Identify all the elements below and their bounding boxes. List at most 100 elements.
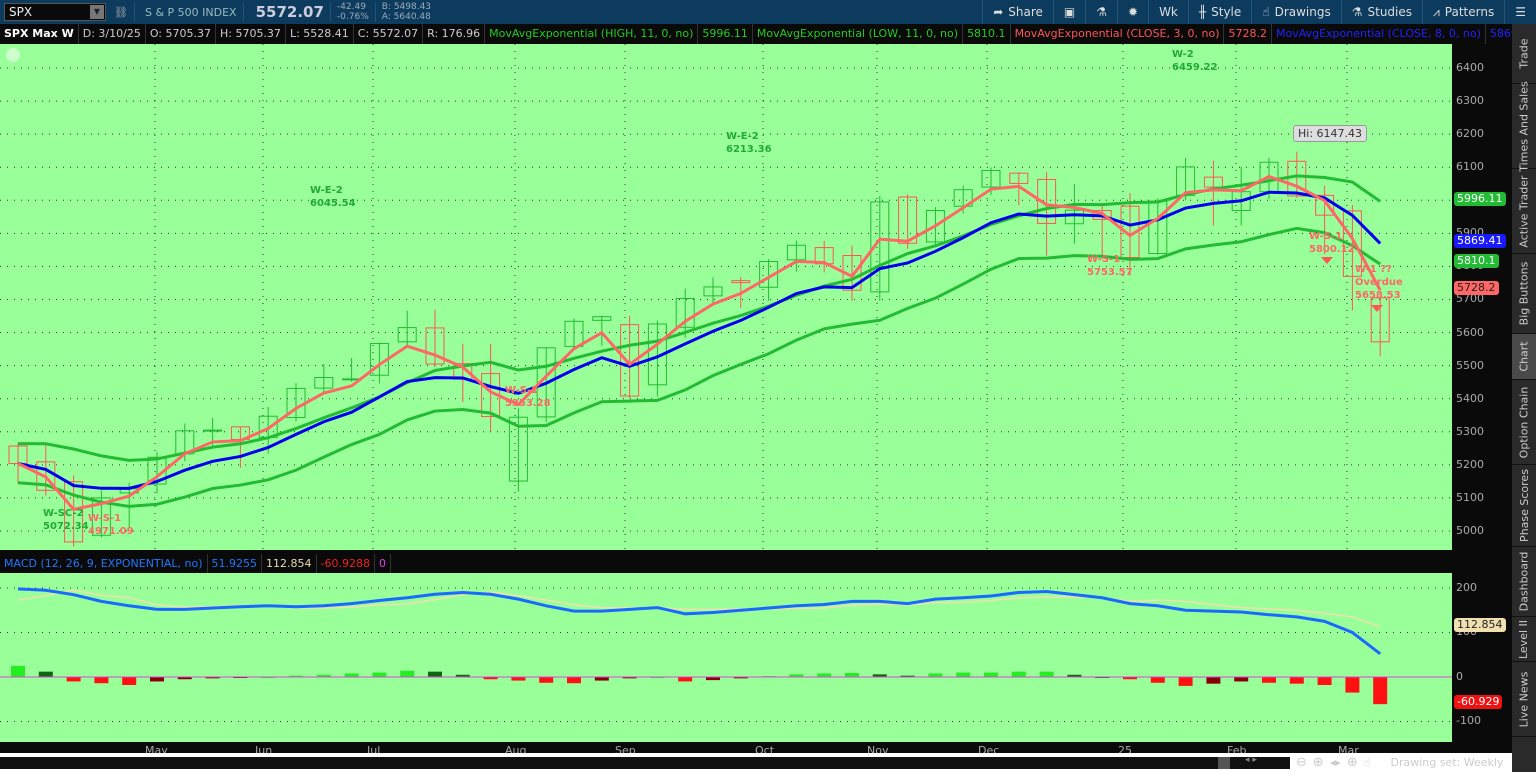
macd-axis[interactable]: 200 100 0 -100 112.854 -60.929 [1452,573,1512,742]
annotation-line: 5353.28 [505,398,551,409]
price-tick: 6100 [1456,160,1484,174]
study-value: 5996.11 [698,24,753,44]
zoom-out-icon[interactable]: ⊖ [1296,755,1307,770]
studies-label: Studies [1367,5,1413,19]
symbol-selector[interactable]: SPX ▼ [4,3,106,21]
price-tag-ema-high: 5996.11 [1454,192,1506,206]
share-button[interactable]: ➦ Share [982,0,1053,24]
annotation-line: W-S-1 [1087,254,1121,265]
sidebar-tab-level-ii[interactable]: Level II [1512,617,1536,662]
macd-tick: 200 [1456,581,1477,594]
patterns-label: Patterns [1444,5,1495,19]
annotation-line: W-E-2 [310,185,343,196]
price-plot [0,44,1452,550]
annotation: W-1 ?? Overdue 5658.53 [1355,263,1403,302]
macd-histogram-bar [400,670,415,677]
macd-histogram-bar [11,665,25,677]
sidebar-tab-live-news[interactable]: Live News [1512,662,1536,737]
study-value: 5810.1 [963,24,1011,44]
study-label[interactable]: MovAvgExponential (LOW, 11, 0, no) [753,24,964,44]
price-tick: 6200 [1456,127,1484,141]
macd-histogram-bar [1289,677,1304,684]
macd-histogram-bar [1373,677,1388,705]
drawings-button[interactable]: ☝ Drawings [1251,0,1340,24]
sidebar-tab-chart[interactable]: Chart [1512,334,1536,380]
symbol-value: SPX [9,5,33,19]
macd-histogram-bar [372,672,387,677]
sidebar-tab-big-buttons[interactable]: Big Buttons [1512,254,1536,334]
sidebar-tab-label: Times And Sales [1517,80,1531,172]
sidebar-tab-option-chain[interactable]: Option Chain [1512,380,1536,465]
macd-study-label[interactable]: MACD (12, 26, 9, EXPONENTIAL, no) [0,554,208,573]
annotation-line: Overdue [1355,277,1403,288]
flask-icon: ⚗ [1096,5,1107,19]
bar-date: D: 3/10/25 [79,24,146,44]
hand-icon[interactable]: ☝ [1364,756,1371,769]
sidebar-tab-active-trader[interactable]: Active Trader [1512,169,1536,254]
scroll-thumb[interactable] [1218,756,1230,769]
ema-close-8-line [17,190,1382,490]
macd-zero: 0 [375,554,391,573]
settings-button[interactable]: ✹ [1117,0,1148,24]
bar-high: H: 5705.37 [216,24,286,44]
timeframe-button[interactable]: Wk [1148,0,1188,24]
macd-tick: -100 [1456,714,1481,727]
annotation-line: 6045.54 [310,198,356,209]
annotation-line: W-S-1 [1309,231,1343,242]
high-callout: Hi: 6147.43 [1293,125,1368,142]
crosshair-icon[interactable]: ⊕ [1347,755,1358,770]
annotation-line: 5072.34 [43,521,89,532]
study-label[interactable]: MovAvgExponential (CLOSE, 8, 0, no) [1272,24,1486,44]
annotation: W-E-2 6213.36 [726,130,772,156]
study-label[interactable]: MovAvgExponential (CLOSE, 3, 0, no) [1011,24,1225,44]
sidebar-tab-trade[interactable]: Trade [1512,24,1536,84]
macd-histogram-bar [594,677,609,681]
candle-icon: ╫ [1198,5,1207,19]
macd-histogram-bar [1150,677,1165,683]
price-tick: 6400 [1456,61,1484,74]
macd-histogram-bar [38,671,53,677]
scroll-arrows-icon[interactable]: ◂ ▸ [1245,755,1257,765]
macd-histogram-bar [956,672,971,677]
chart-settings-dot[interactable] [6,48,20,62]
alert-icon: ▣ [1063,5,1076,19]
horizontal-scrollbar[interactable]: ◂ ▸ [0,755,1290,769]
link-icon[interactable]: ⛓ [114,6,128,19]
chevron-down-icon[interactable]: ▼ [90,5,104,19]
menu-button[interactable]: ☰ [1504,0,1536,24]
fit-icon[interactable]: ◂▸ [1330,756,1341,769]
right-sidebar: Trade Times And Sales Active Trader Big But… [1512,24,1536,772]
macd-diff: -60.9288 [317,554,375,573]
top-toolbar: SPX ▼ ⛓ S & P 500 INDEX 5572.07 -42.49 -0.… [0,0,1536,24]
annotation: W-S-1 5800.12 [1309,230,1355,256]
style-button[interactable]: ╫ Style [1187,0,1251,24]
macd-histogram-bar [928,673,943,677]
macd-histogram-bar [344,673,359,677]
annotation: W-SC-2 5072.34 [43,507,89,533]
sidebar-tab-times-and-sales[interactable]: Times And Sales [1512,80,1536,172]
sidebar-tab-dashboard[interactable]: Dashboard [1512,547,1536,617]
macd-header: MACD (12, 26, 9, EXPONENTIAL, no) 51.925… [0,554,1452,573]
price-chart[interactable]: W-E-2 6045.54 W-E-2 6213.36 W-2 6459.22 W-S… [0,44,1452,550]
price-tick: 5100 [1456,490,1484,504]
annotation: W-2 6459.22 [1172,48,1218,74]
studies-button[interactable]: ⚗ Studies [1340,0,1422,24]
bar-low: L: 5528.41 [286,24,354,44]
drawings-label: Drawings [1274,5,1331,19]
thinkback-button[interactable]: ⚗ [1085,0,1117,24]
alert-button[interactable]: ▣ [1052,0,1085,24]
price-axis[interactable]: 6400630062006100600059005800570056005500… [1452,44,1512,550]
sidebar-tab-label: Active Trader [1517,174,1531,248]
down-arrow-icon [1371,305,1383,312]
price-tick: 5600 [1456,325,1484,339]
drawing-set-label[interactable]: Drawing set: Weekly [1390,756,1503,769]
sidebar-tab-label: Trade [1517,38,1531,69]
macd-histogram-bar [984,672,998,677]
patterns-button[interactable]: ⩘ Patterns [1422,0,1504,24]
chart-info-bar: SPX Max W D: 3/10/25 O: 5705.37 H: 5705.… [0,24,1535,44]
macd-histogram-bar [122,677,137,686]
macd-panel[interactable] [0,573,1452,742]
sidebar-tab-phase-scores[interactable]: Phase Scores [1512,465,1536,547]
zoom-in-icon[interactable]: ⊕ [1313,755,1324,770]
study-label[interactable]: MovAvgExponential (HIGH, 11, 0, no) [485,24,699,44]
